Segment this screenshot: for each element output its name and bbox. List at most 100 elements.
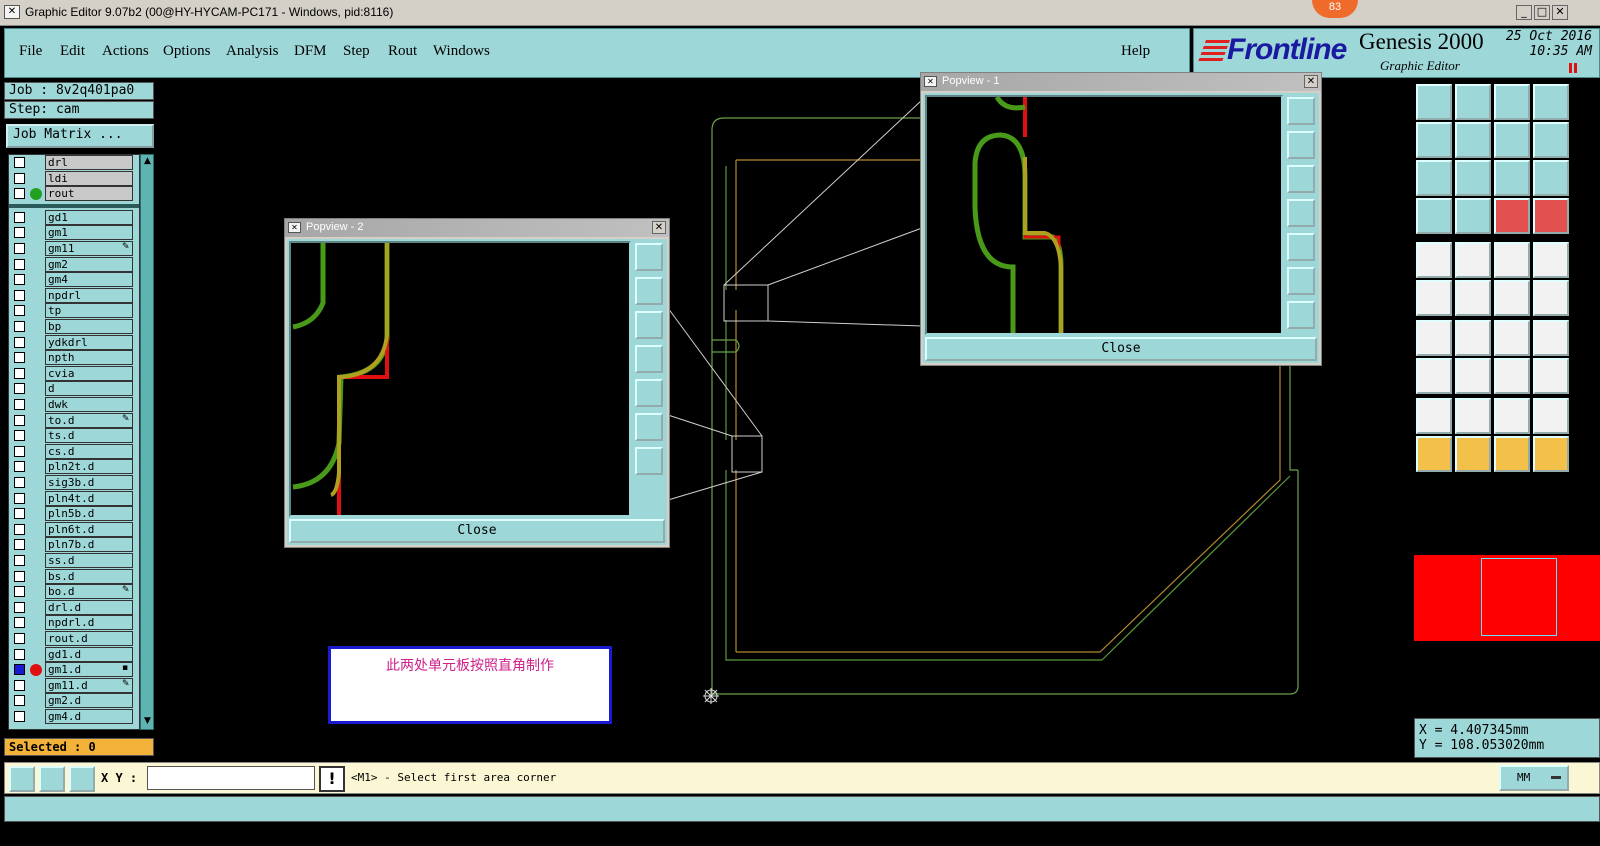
warning-icon[interactable]: ! — [319, 766, 345, 792]
layer-name[interactable]: npdrl — [45, 287, 133, 303]
layer-name[interactable]: ts.d — [45, 428, 133, 444]
layer-checkbox[interactable] — [14, 586, 25, 598]
measure-icon[interactable] — [1494, 242, 1530, 278]
layer-row[interactable]: drl.d — [9, 599, 139, 615]
popview-2-zoom-in-icon[interactable] — [635, 243, 663, 271]
layer-checkbox[interactable] — [14, 258, 25, 270]
layer-name[interactable]: npth — [45, 350, 133, 366]
menu-dfm[interactable]: DFM — [294, 43, 327, 60]
select-net-icon[interactable] — [1533, 436, 1569, 472]
job-matrix-button[interactable]: Job Matrix ... — [6, 124, 154, 148]
layer-row[interactable]: ts.d — [9, 428, 139, 444]
layer-name[interactable]: gm11 — [45, 241, 133, 256]
layer-row[interactable]: cvia — [9, 365, 139, 381]
angle-icon[interactable] — [1416, 320, 1452, 356]
popview-2-pan-up-icon[interactable] — [635, 277, 663, 305]
layer-checkbox[interactable] — [14, 321, 25, 332]
layer-checkbox[interactable] — [14, 679, 25, 691]
layer-row[interactable]: sig3b.d — [9, 475, 139, 490]
layer-row[interactable]: gm2 — [9, 256, 139, 272]
layer-row[interactable]: ldi — [9, 170, 139, 186]
layer-row[interactable]: gm1.d ▪ — [9, 662, 139, 678]
layer-row[interactable]: gm4.d — [9, 709, 139, 724]
popview-2-pan-down-icon[interactable] — [635, 311, 663, 339]
layer-name[interactable]: tp — [45, 303, 133, 319]
copy-feature-icon[interactable] — [1416, 358, 1452, 394]
cross-point-icon[interactable] — [1455, 280, 1491, 316]
layer-row[interactable]: cs.d — [9, 443, 139, 459]
layer-name[interactable]: npdrl.d — [45, 615, 133, 631]
connect-points-icon[interactable] — [1416, 280, 1452, 316]
layer-row[interactable]: bp — [9, 319, 139, 334]
layer-checkbox[interactable] — [14, 445, 25, 457]
layer-checkbox[interactable] — [14, 227, 25, 239]
popview-1-zoom-out-icon[interactable] — [1287, 267, 1315, 295]
layer-checkbox[interactable] — [14, 601, 25, 613]
layer-row[interactable]: bo.d ✎ — [9, 584, 139, 600]
layer-checkbox[interactable] — [14, 289, 25, 301]
layer-checkbox[interactable] — [14, 414, 25, 426]
triangle-d-icon[interactable] — [1533, 398, 1569, 434]
layer-name[interactable]: ldi — [45, 170, 133, 186]
layer-name[interactable]: pln2t.d — [45, 459, 133, 475]
layer-name[interactable]: bo.d — [45, 584, 133, 600]
close-window-button[interactable]: ✕ — [1552, 5, 1568, 20]
popview-2-zoom-out-icon[interactable] — [635, 413, 663, 441]
stretch-icon[interactable] — [1494, 358, 1530, 394]
layer-name[interactable]: bs.d — [45, 568, 133, 584]
popview-1-close-button[interactable]: Close — [925, 337, 1317, 361]
snap-center-icon[interactable] — [69, 766, 95, 792]
zoom-pan-icon[interactable] — [1455, 160, 1491, 196]
window-icon[interactable] — [1533, 84, 1569, 120]
layer-name[interactable]: gm11.d — [45, 677, 133, 693]
zoom-fit-icon[interactable] — [1416, 160, 1452, 196]
xy-input[interactable] — [147, 766, 315, 790]
popview-1-view[interactable] — [925, 95, 1283, 335]
layer-row[interactable]: d — [9, 381, 139, 397]
layer-name[interactable]: cs.d — [45, 443, 133, 459]
layer-name[interactable]: gm4 — [45, 272, 133, 288]
layer-checkbox[interactable] — [14, 211, 25, 223]
palette-icon[interactable] — [1416, 198, 1452, 234]
layer-name[interactable]: pln6t.d — [45, 521, 133, 537]
layer-name[interactable]: rout.d — [45, 631, 133, 646]
layer-row[interactable]: pln7b.d — [9, 537, 139, 553]
pause-icon[interactable] — [1569, 63, 1579, 73]
layer-checkbox[interactable] — [14, 367, 25, 379]
popview-2-fit-icon[interactable] — [635, 447, 663, 475]
layer-row[interactable]: rout.d — [9, 631, 139, 646]
popview-2-pan-left-icon[interactable] — [635, 345, 663, 373]
step-repeat-icon[interactable] — [1533, 122, 1569, 158]
layer-checkbox[interactable] — [14, 399, 25, 410]
layer-checkbox[interactable] — [14, 555, 25, 566]
pad-fill-icon[interactable] — [1533, 242, 1569, 278]
mirror-icon[interactable] — [1533, 320, 1569, 356]
layer-checkbox[interactable] — [14, 633, 25, 644]
rotate-icon[interactable] — [1494, 320, 1530, 356]
layer-name[interactable]: ydkdrl — [45, 334, 133, 350]
display-layers-a-icon[interactable] — [1494, 198, 1530, 234]
layer-name[interactable]: gm4.d — [45, 709, 133, 724]
popview-1-pan-right-icon[interactable] — [1287, 233, 1315, 261]
redraw-icon[interactable] — [1494, 122, 1530, 158]
layer-checkbox[interactable] — [14, 243, 25, 254]
triangle-c-icon[interactable] — [1494, 398, 1530, 434]
layer-row[interactable]: npdrl.d — [9, 615, 139, 631]
add-point-icon[interactable] — [1533, 280, 1569, 316]
layer-name[interactable]: drl.d — [45, 599, 133, 615]
display-layers-b-icon[interactable] — [1533, 198, 1569, 234]
layer-checkbox[interactable] — [14, 523, 25, 535]
layer-checkbox[interactable] — [14, 188, 25, 200]
triangle-a-icon[interactable] — [1416, 398, 1452, 434]
layer-checkbox[interactable] — [14, 305, 25, 317]
popview-2-close-button[interactable]: Close — [289, 519, 665, 543]
layer-name[interactable]: gd1 — [45, 209, 133, 225]
units-select[interactable]: MM — [1499, 765, 1569, 791]
layer-checkbox[interactable] — [14, 336, 25, 348]
layer-row[interactable]: gm4 — [9, 272, 139, 288]
layer-name[interactable]: ss.d — [45, 553, 133, 568]
layer-row[interactable]: ydkdrl — [9, 334, 139, 350]
layer-row[interactable]: pln5b.d — [9, 506, 139, 522]
query-icon[interactable] — [1533, 160, 1569, 196]
layer-row[interactable]: drl — [9, 155, 139, 170]
